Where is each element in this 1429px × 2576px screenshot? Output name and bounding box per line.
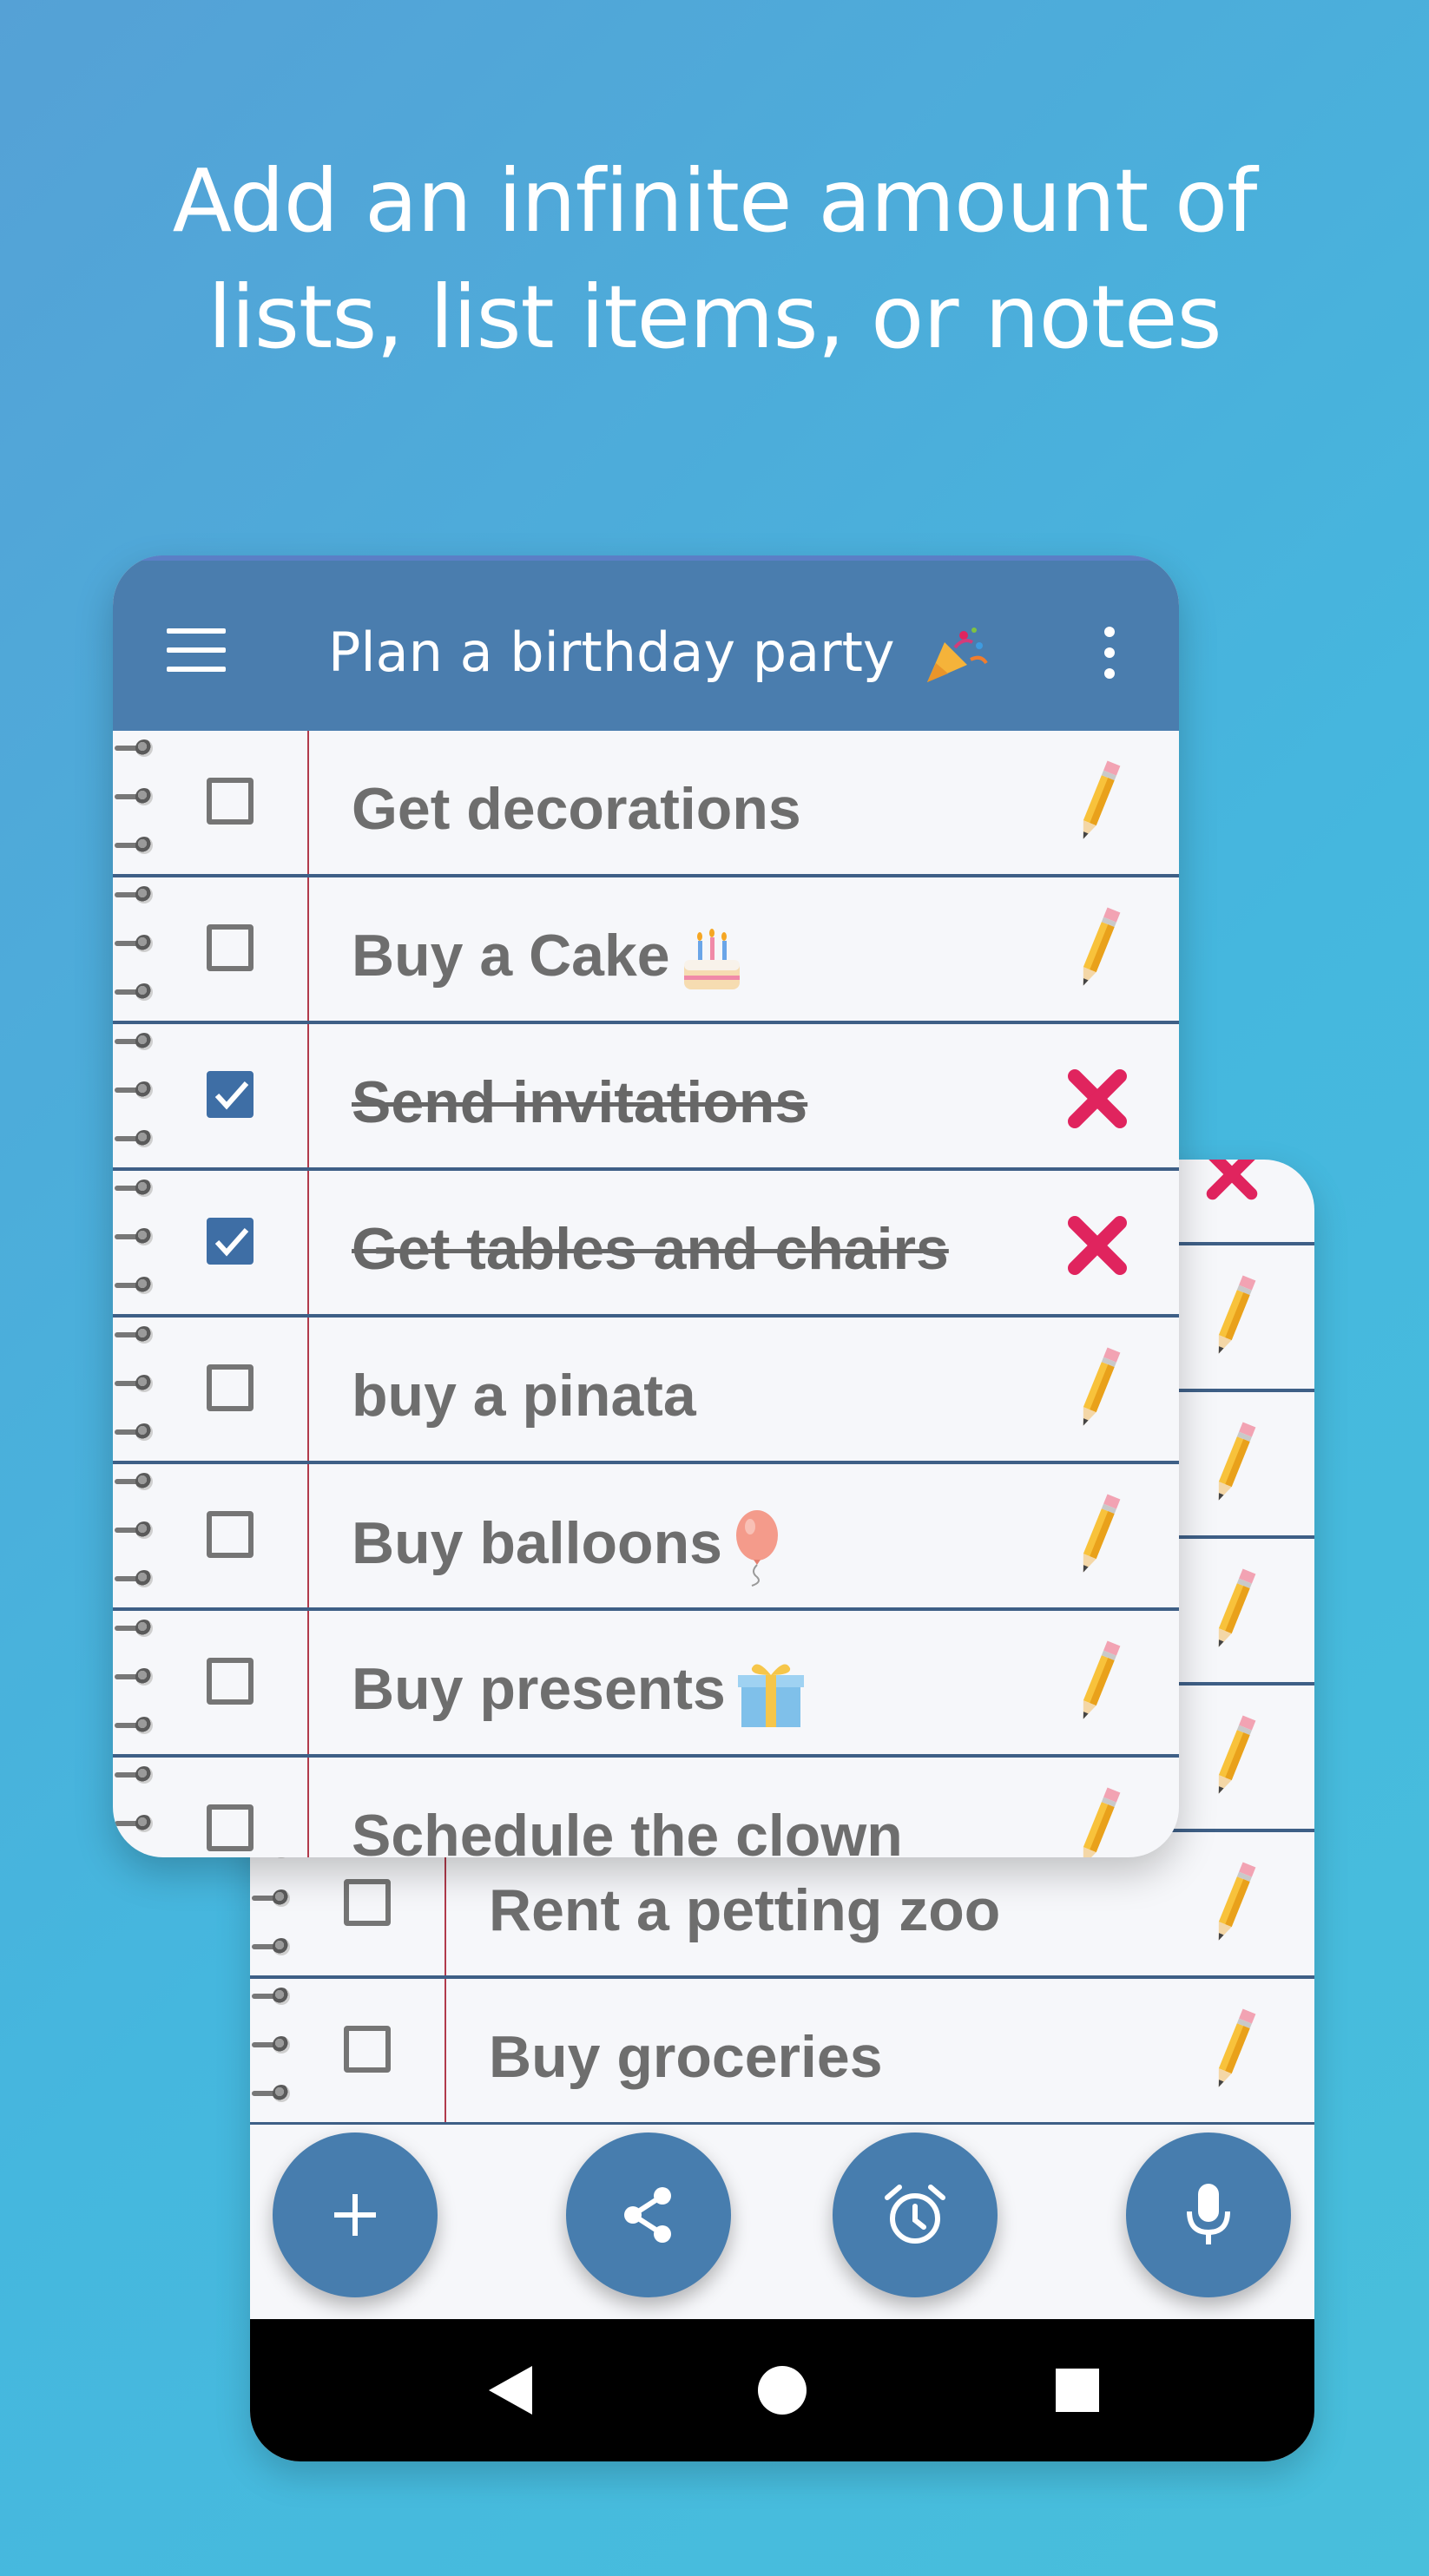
item-label-text: buy a pinata	[352, 1363, 696, 1429]
system-navigation-bar	[250, 2319, 1314, 2461]
list-item[interactable]: Buy a Cake	[113, 877, 1179, 1024]
pencil-edit-icon[interactable]	[1203, 1273, 1264, 1360]
app-bar: Plan a birthday party	[113, 555, 1179, 731]
microphone-icon	[1187, 2184, 1230, 2244]
item-label: Get tables and chairs	[352, 1214, 949, 1284]
delete-x-icon[interactable]	[1066, 1214, 1129, 1277]
hamburger-menu-icon[interactable]	[167, 628, 226, 672]
item-label: Schedule the clown	[352, 1801, 903, 1857]
delete-x-icon[interactable]	[1205, 1160, 1259, 1201]
list-item[interactable]: Buy groceries	[250, 1979, 1314, 2126]
cake-icon	[683, 929, 740, 990]
item-label: buy a pinata	[352, 1361, 696, 1430]
list-item[interactable]: Get decorations	[113, 731, 1179, 877]
gift-icon	[737, 1664, 804, 1728]
list-item[interactable]: buy a pinata	[113, 1318, 1179, 1464]
list-item[interactable]: Buy balloons	[113, 1464, 1179, 1611]
notebook-spiral	[113, 877, 158, 1024]
front-phone-screen: Plan a birthday party Get decorations Buy…	[113, 555, 1179, 1857]
notebook-spiral	[113, 1024, 158, 1171]
item-checkbox[interactable]	[207, 778, 254, 825]
pencil-edit-icon[interactable]	[1068, 1492, 1129, 1579]
item-label-text: Get decorations	[352, 776, 801, 842]
pencil-edit-icon[interactable]	[1203, 1420, 1264, 1507]
headline: Add an infinite amount of lists, list it…	[0, 143, 1429, 376]
item-label-text: Buy balloons	[352, 1509, 722, 1576]
balloon-icon	[735, 1510, 778, 1587]
pencil-edit-icon[interactable]	[1203, 1567, 1264, 1653]
front-list: Get decorations Buy a Cake Send invitation…	[113, 731, 1179, 1857]
item-checkbox[interactable]	[344, 2026, 391, 2073]
checkmark-icon	[214, 1081, 249, 1110]
nav-home-button[interactable]	[730, 2319, 834, 2461]
reminder-button[interactable]	[833, 2132, 998, 2297]
item-label: Rent a petting zoo	[489, 1876, 1000, 1945]
item-checkbox[interactable]	[207, 1658, 254, 1705]
pencil-edit-icon[interactable]	[1068, 905, 1129, 992]
item-label: Buy groceries	[489, 2022, 883, 2092]
list-item[interactable]: Send invitations	[113, 1024, 1179, 1171]
item-label-text: Buy a Cake	[352, 923, 670, 989]
pencil-edit-icon[interactable]	[1068, 1785, 1129, 1857]
notebook-spiral	[113, 1318, 158, 1464]
list-item[interactable]: Schedule the clown	[113, 1758, 1179, 1857]
item-checkbox[interactable]	[207, 1364, 254, 1411]
plus-icon	[334, 2194, 376, 2236]
item-label: Buy presents	[352, 1654, 807, 1731]
checkmark-icon	[214, 1228, 249, 1257]
notebook-spiral	[113, 1758, 158, 1857]
nav-recents-button[interactable]	[1025, 2319, 1129, 2461]
item-label: Send invitations	[352, 1068, 807, 1137]
add-button[interactable]	[273, 2132, 438, 2297]
share-button[interactable]	[566, 2132, 731, 2297]
overflow-menu-icon[interactable]	[1103, 627, 1116, 679]
item-label-text: Schedule the clown	[352, 1803, 903, 1857]
item-checkbox[interactable]	[207, 1071, 254, 1118]
item-label-text: Buy groceries	[489, 2024, 883, 2090]
item-label: Buy a Cake	[352, 921, 745, 995]
pencil-edit-icon[interactable]	[1068, 1345, 1129, 1432]
delete-x-icon[interactable]	[1066, 1068, 1129, 1130]
item-label-text: Send invitations	[352, 1069, 808, 1135]
home-circle-icon	[758, 2366, 807, 2415]
item-label: Get decorations	[352, 774, 801, 844]
pencil-edit-icon[interactable]	[1068, 1639, 1129, 1725]
pencil-edit-icon[interactable]	[1203, 1713, 1264, 1800]
list-item[interactable]: Buy presents	[113, 1611, 1179, 1758]
item-label: Buy balloons	[352, 1508, 783, 1587]
pencil-edit-icon[interactable]	[1203, 1860, 1264, 1947]
item-label-text: Get tables and chairs	[352, 1216, 949, 1282]
pencil-edit-icon[interactable]	[1068, 759, 1129, 845]
headline-line-1: Add an infinite amount of	[172, 150, 1258, 252]
list-item[interactable]: Get tables and chairs	[113, 1171, 1179, 1318]
back-triangle-icon	[489, 2366, 532, 2415]
voice-input-button[interactable]	[1126, 2132, 1291, 2297]
party-popper-icon	[927, 627, 989, 682]
share-icon	[624, 2187, 671, 2243]
notebook-spiral	[113, 731, 158, 877]
item-checkbox[interactable]	[344, 1879, 391, 1926]
headline-line-2: lists, list items, or notes	[207, 266, 1222, 368]
item-checkbox[interactable]	[207, 1804, 254, 1851]
list-title: Plan a birthday party	[328, 621, 991, 687]
pencil-edit-icon[interactable]	[1203, 2007, 1264, 2093]
item-checkbox[interactable]	[207, 924, 254, 971]
item-label-text: Buy presents	[352, 1656, 726, 1722]
item-label-text: Rent a petting zoo	[489, 1877, 1001, 1943]
item-checkbox[interactable]	[207, 1218, 254, 1265]
recents-square-icon	[1056, 2369, 1099, 2412]
notebook-spiral	[113, 1611, 158, 1758]
item-checkbox[interactable]	[207, 1511, 254, 1558]
notebook-spiral	[113, 1464, 158, 1611]
nav-back-button[interactable]	[458, 2319, 563, 2461]
notebook-spiral	[250, 1979, 295, 2126]
alarm-clock-icon	[885, 2185, 945, 2244]
list-title-text: Plan a birthday party	[328, 621, 895, 684]
notebook-spiral	[113, 1171, 158, 1318]
